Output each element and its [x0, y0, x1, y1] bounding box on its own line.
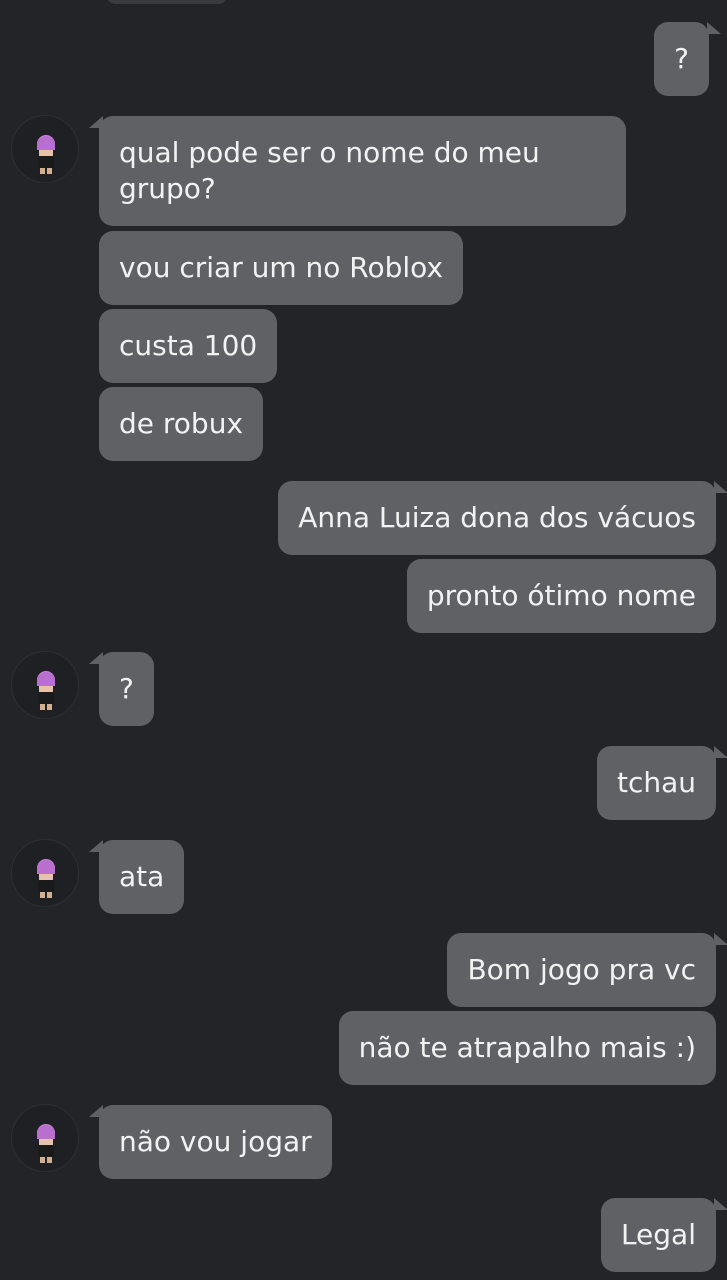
- message-text: pronto ótimo nome: [426, 579, 696, 612]
- friend-avatar-icon[interactable]: [11, 115, 79, 183]
- message-bubble-outgoing[interactable]: Anna Luiza dona dos vácuos: [278, 481, 727, 555]
- message-text: Anna Luiza dona dos vácuos: [298, 501, 696, 534]
- message-text: não te atrapalho mais :): [358, 1031, 696, 1064]
- message-bubble-incoming[interactable]: não vou jogar: [89, 1105, 332, 1179]
- message-bubble-outgoing[interactable]: Bom jogo pra vc: [447, 933, 727, 1007]
- message-text: tchau: [616, 766, 696, 799]
- friend-avatar-icon[interactable]: [11, 1104, 79, 1172]
- message-text: Bom jogo pra vc: [467, 953, 696, 986]
- friend-avatar-icon[interactable]: [11, 839, 79, 907]
- message-bubble-incoming[interactable]: ?: [89, 652, 154, 726]
- friend-avatar-icon[interactable]: [11, 651, 79, 719]
- message-bubble-incoming[interactable]: vou criar um no Roblox: [99, 231, 464, 305]
- message-text: Legal: [620, 1218, 696, 1251]
- message-text: de robux: [119, 407, 244, 440]
- message-text: ata: [119, 860, 165, 893]
- message-text: ?: [674, 42, 689, 75]
- message-bubble-outgoing[interactable]: tchau: [596, 746, 727, 820]
- chat-thread: ? qual pode ser o nome do meu grupo? vou…: [0, 0, 727, 1280]
- message-text: custa 100: [119, 329, 258, 362]
- message-bubble-incoming[interactable]: ata: [88, 840, 185, 914]
- message-text: ?: [119, 672, 134, 705]
- message-bubble-outgoing[interactable]: ?: [654, 22, 721, 96]
- message-bubble-outgoing[interactable]: não te atrapalho mais :): [338, 1011, 716, 1085]
- message-bubble-incoming[interactable]: de robux: [99, 387, 264, 461]
- previous-message-edge: [106, 0, 228, 4]
- message-bubble-incoming[interactable]: qual pode ser o nome do meu grupo?: [89, 116, 626, 226]
- message-text: não vou jogar: [119, 1125, 312, 1158]
- message-bubble-incoming[interactable]: custa 100: [99, 309, 278, 383]
- message-text: qual pode ser o nome do meu grupo?: [119, 136, 540, 205]
- message-text: vou criar um no Roblox: [119, 251, 444, 284]
- message-bubble-outgoing[interactable]: Legal: [600, 1198, 727, 1272]
- message-bubble-outgoing[interactable]: pronto ótimo nome: [406, 559, 716, 633]
